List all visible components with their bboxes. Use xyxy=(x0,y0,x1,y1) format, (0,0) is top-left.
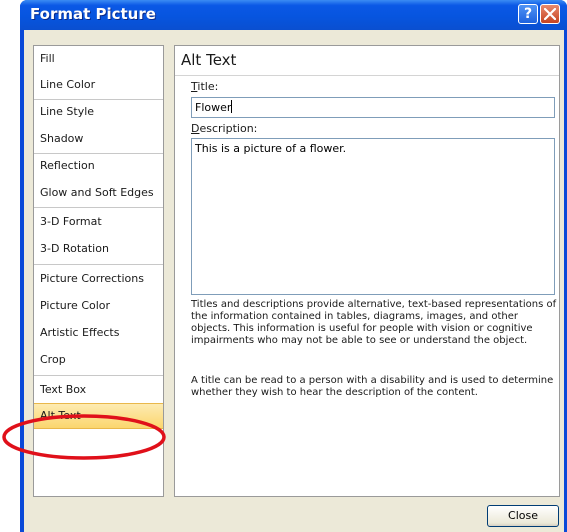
description-label: Description: xyxy=(191,122,257,135)
list-divider xyxy=(34,207,163,208)
sidebar-item-line-color[interactable]: Line Color xyxy=(34,72,163,98)
close-icon xyxy=(544,8,556,20)
sidebar-item-reflection[interactable]: Reflection xyxy=(34,153,163,179)
help-paragraph-2: A title can be read to a person with a d… xyxy=(191,375,554,398)
help-paragraph-1: Titles and descriptions provide alternat… xyxy=(191,299,557,346)
help-button[interactable]: ? xyxy=(518,4,538,24)
sidebar-item-picture-corrections[interactable]: Picture Corrections xyxy=(34,266,163,292)
alt-text-panel: Alt Text Title: Flower Description: This… xyxy=(174,45,560,497)
list-divider xyxy=(34,375,163,376)
sidebar-item-picture-color[interactable]: Picture Color xyxy=(34,293,163,319)
close-window-button[interactable] xyxy=(540,4,560,24)
sidebar-item-3d-format[interactable]: 3-D Format xyxy=(34,209,163,235)
sidebar-item-glow-soft-edges[interactable]: Glow and Soft Edges xyxy=(34,180,163,206)
title-label-text: itle: xyxy=(197,80,219,93)
sidebar-item-text-box[interactable]: Text Box xyxy=(34,377,163,403)
text-caret xyxy=(231,100,233,113)
sidebar-item-3d-rotation[interactable]: 3-D Rotation xyxy=(34,236,163,262)
title-label: Title: xyxy=(191,80,218,93)
dialog-title: Format Picture xyxy=(30,5,156,23)
panel-title: Alt Text xyxy=(181,51,237,69)
title-field[interactable]: Flower xyxy=(191,97,555,118)
list-divider xyxy=(34,264,163,265)
sidebar-item-artistic-effects[interactable]: Artistic Effects xyxy=(34,320,163,346)
sidebar-item-line-style[interactable]: Line Style xyxy=(34,99,163,125)
close-button[interactable]: Close xyxy=(487,505,559,527)
title-bar[interactable]: Format Picture ? xyxy=(20,0,567,30)
heading-divider xyxy=(175,75,559,76)
sidebar-item-fill[interactable]: Fill xyxy=(34,46,163,72)
description-field[interactable]: This is a picture of a flower. xyxy=(191,138,555,295)
sidebar-item-crop[interactable]: Crop xyxy=(34,347,163,373)
title-field-value: Flower xyxy=(195,101,232,114)
description-label-text: escription: xyxy=(199,122,258,135)
sidebar-item-shadow[interactable]: Shadow xyxy=(34,126,163,152)
highlight-ellipse xyxy=(2,414,166,460)
description-field-value: This is a picture of a flower. xyxy=(195,142,347,155)
